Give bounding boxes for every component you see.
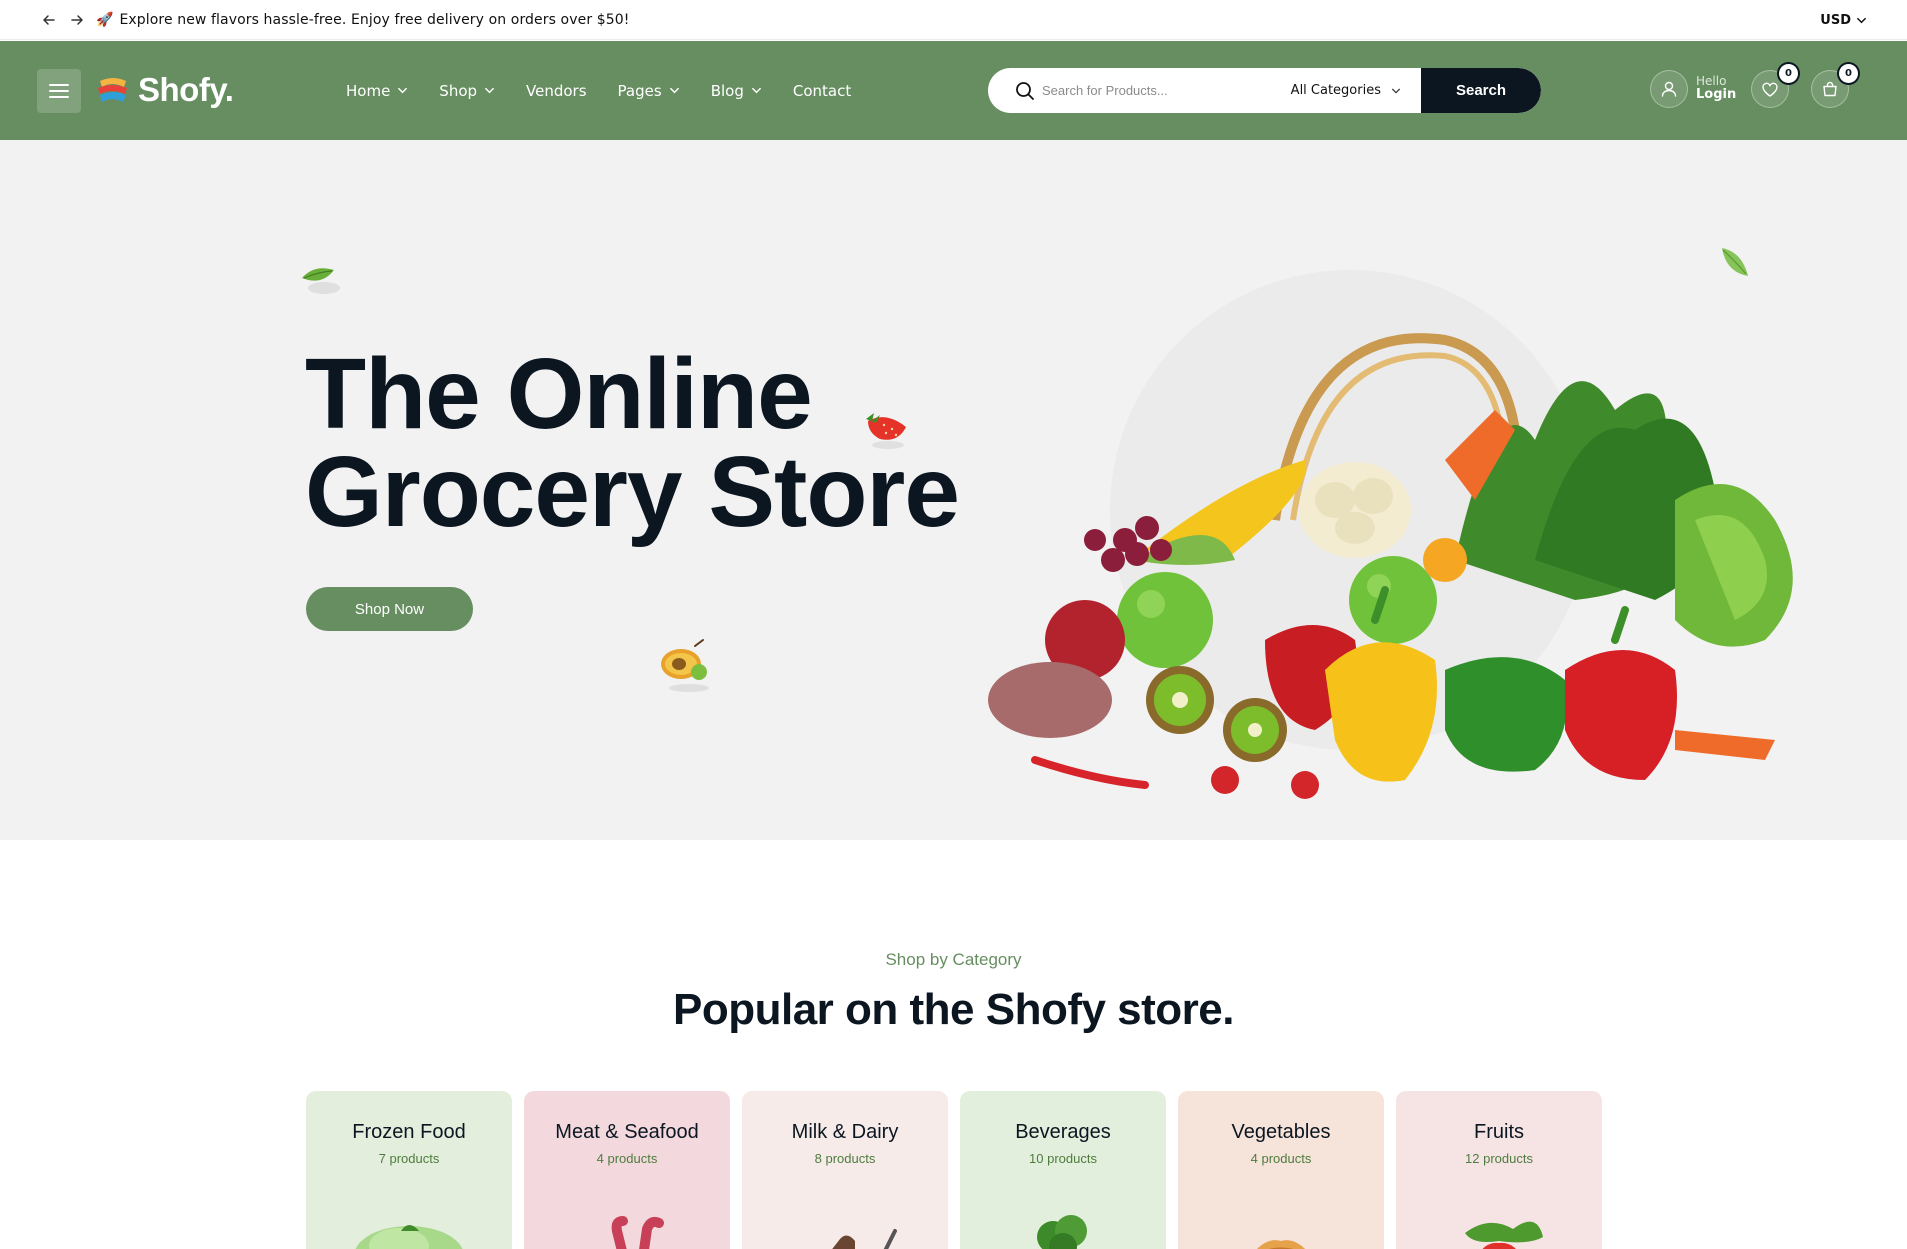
search-bar: All Categories Search bbox=[988, 68, 1541, 113]
nav-shop[interactable]: Shop bbox=[439, 82, 495, 100]
nav-pages[interactable]: Pages bbox=[618, 82, 680, 100]
category-list: Frozen Food 7 products Meat & Seafood 4 … bbox=[306, 1091, 1602, 1249]
heart-icon: 0 bbox=[1751, 64, 1798, 108]
arrow-right-icon[interactable] bbox=[68, 11, 86, 29]
ice-cream-icon bbox=[355, 1225, 463, 1249]
currency-label: USD bbox=[1820, 12, 1851, 28]
login-link[interactable]: Login bbox=[1696, 88, 1736, 103]
broccoli-icon bbox=[1037, 1215, 1087, 1249]
wishlist-count-badge: 0 bbox=[1779, 64, 1798, 83]
nav-blog[interactable]: Blog bbox=[711, 82, 762, 100]
announcement-text: Explore new flavors hassle-free. Enjoy f… bbox=[119, 11, 630, 28]
section-subtitle: Shop by Category bbox=[885, 950, 1022, 969]
category-card-meat-seafood[interactable]: Meat & Seafood 4 products bbox=[524, 1091, 730, 1249]
nav-label: Blog bbox=[710, 81, 744, 100]
announcement-bar: 🚀 Explore new flavors hassle-free. Enjoy… bbox=[0, 0, 1907, 40]
menu-button[interactable] bbox=[37, 69, 81, 113]
cart-count-badge: 0 bbox=[1839, 64, 1858, 83]
logo-text: Shofy. bbox=[138, 71, 234, 108]
category-name: Beverages bbox=[1015, 1121, 1111, 1143]
search-button[interactable]: Search bbox=[1421, 68, 1541, 113]
site-header: Shofy. Home Shop Vendors Pages Blog Cont… bbox=[0, 41, 1907, 140]
nav-label: Pages bbox=[617, 81, 662, 100]
category-card-vegetables[interactable]: Vegetables 4 products bbox=[1178, 1091, 1384, 1249]
hero-title-line: The Online bbox=[305, 338, 813, 450]
leaf-icon bbox=[302, 268, 340, 294]
wishlist-button[interactable]: 0 bbox=[1751, 64, 1798, 108]
section-title: Popular on the Shofy store. bbox=[673, 985, 1235, 1034]
nav-label: Vendors bbox=[526, 81, 587, 100]
search-icon bbox=[1016, 81, 1034, 100]
category-name: Vegetables bbox=[1231, 1121, 1331, 1143]
search-input[interactable] bbox=[1042, 83, 1282, 98]
category-count: 4 products bbox=[596, 1151, 658, 1166]
category-count: 4 products bbox=[1250, 1151, 1312, 1166]
category-name: Milk & Dairy bbox=[791, 1121, 899, 1143]
category-card-frozen-food[interactable]: Frozen Food 7 products bbox=[306, 1091, 512, 1249]
hamburger-icon bbox=[49, 84, 69, 98]
hero-banner: The Online Grocery Store Shop Now bbox=[0, 140, 1907, 840]
category-select-label: All Categories bbox=[1290, 83, 1381, 98]
category-count: 12 products bbox=[1465, 1151, 1533, 1166]
logo[interactable]: Shofy. bbox=[96, 67, 234, 113]
main-nav: Home Shop Vendors Pages Blog Contact bbox=[346, 41, 882, 140]
category-name: Frozen Food bbox=[352, 1121, 466, 1143]
grocery-basket-image bbox=[988, 333, 1793, 799]
rocket-icon: 🚀 bbox=[96, 11, 114, 28]
cart-icon: 0 bbox=[1811, 64, 1858, 108]
avocado-icon bbox=[661, 639, 709, 692]
nav-label: Contact bbox=[792, 81, 852, 100]
chevron-down-icon bbox=[751, 87, 761, 94]
category-select[interactable]: All Categories bbox=[1291, 83, 1401, 98]
nav-home[interactable]: Home bbox=[346, 82, 408, 100]
category-card-fruits[interactable]: Fruits 12 products bbox=[1396, 1091, 1602, 1249]
category-name: Meat & Seafood bbox=[555, 1121, 699, 1143]
chevron-down-icon bbox=[669, 87, 679, 94]
category-name: Fruits bbox=[1474, 1121, 1524, 1143]
logo-mark-icon bbox=[98, 78, 127, 102]
hero-title-line: Grocery Store bbox=[305, 436, 960, 548]
nav-contact[interactable]: Contact bbox=[793, 82, 851, 100]
account-link[interactable]: Hello Login bbox=[1650, 70, 1736, 108]
chevron-down-icon bbox=[1392, 88, 1400, 94]
dairy-icon bbox=[832, 1229, 897, 1249]
shop-now-button[interactable]: Shop Now bbox=[306, 587, 473, 631]
nav-vendors[interactable]: Vendors bbox=[526, 82, 587, 100]
chevron-down-icon bbox=[1857, 17, 1866, 23]
cart-button[interactable]: 0 bbox=[1811, 64, 1858, 108]
bread-icon bbox=[1257, 1240, 1305, 1249]
strawberry-icon bbox=[1465, 1221, 1543, 1249]
category-count: 10 products bbox=[1029, 1151, 1097, 1166]
category-card-milk-dairy[interactable]: Milk & Dairy 8 products bbox=[742, 1091, 948, 1249]
arrow-left-icon[interactable] bbox=[40, 11, 58, 29]
nav-label: Shop bbox=[439, 81, 478, 100]
category-count: 8 products bbox=[814, 1151, 876, 1166]
user-icon bbox=[1650, 70, 1688, 108]
category-count: 7 products bbox=[378, 1151, 440, 1166]
hero-title: The Online Grocery Store bbox=[305, 338, 1065, 548]
category-card-beverages[interactable]: Beverages 10 products bbox=[960, 1091, 1166, 1249]
currency-selector[interactable]: USD bbox=[1820, 0, 1867, 40]
nav-label: Home bbox=[346, 81, 391, 100]
meat-icon bbox=[611, 1216, 664, 1249]
chevron-down-icon bbox=[485, 87, 494, 94]
chevron-down-icon bbox=[398, 87, 408, 94]
